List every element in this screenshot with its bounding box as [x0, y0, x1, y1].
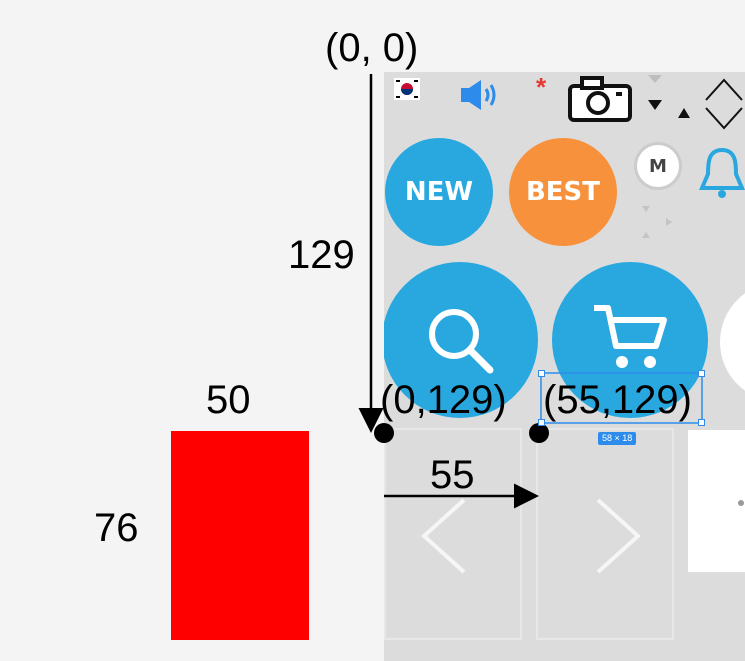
rect-height-label: 76 [94, 506, 139, 550]
point-a-label: (0,129) [380, 378, 507, 422]
selection-size-badge: 58 × 18 [598, 432, 637, 445]
horizontal-offset-label: 55 [430, 453, 475, 497]
selection-handle[interactable] [538, 370, 545, 377]
annotation-arrows [358, 74, 703, 509]
point-a-dot [374, 423, 394, 443]
red-rectangle [171, 431, 309, 640]
point-b-label: (55,129) [543, 378, 692, 422]
selection-handle[interactable] [698, 370, 705, 377]
selection-handle[interactable] [698, 419, 705, 426]
rect-width-label: 50 [206, 378, 251, 422]
point-b-dot [529, 423, 549, 443]
vertical-offset-label: 129 [288, 233, 355, 277]
origin-label: (0, 0) [325, 26, 419, 70]
